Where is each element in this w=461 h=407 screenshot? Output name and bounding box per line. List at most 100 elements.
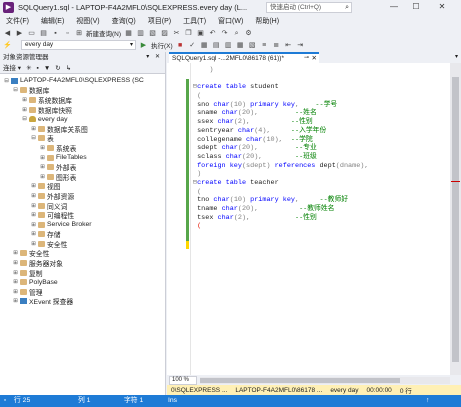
mdx-icon[interactable]: ▥ — [136, 29, 145, 38]
tree-node[interactable]: ⊞ Service Broker — [0, 220, 165, 230]
undo-icon[interactable]: ↶ — [208, 29, 217, 38]
zoom-select[interactable]: 100 % — [169, 375, 197, 385]
tree-node[interactable]: ⊞ 存储 — [0, 230, 165, 239]
expand-toggle-icon[interactable]: ⊞ — [12, 270, 19, 276]
expand-toggle-icon[interactable]: ⊞ — [30, 222, 37, 228]
pin-icon[interactable]: ⊸ — [304, 54, 309, 63]
tree-node[interactable]: ⊞ 服务器对象 — [0, 258, 165, 268]
copy-icon[interactable]: ❐ — [184, 29, 193, 38]
menu-item-4[interactable]: 项目(P) — [142, 16, 177, 26]
outdent-icon[interactable]: ⇤ — [284, 41, 293, 50]
save-all-icon[interactable]: ▫ — [63, 29, 72, 38]
tree-node[interactable]: ⊞ 同义词 — [0, 201, 165, 211]
tree-node[interactable]: ⊟ LAPTOP-F4A2MFL0\SQLEXPRESS (SC — [0, 76, 165, 86]
tab-sqlquery1[interactable]: SQLQuery1.sql -...2MFL0\86178 (61))* ⊸ ✕ — [169, 52, 319, 63]
hscroll-thumb[interactable] — [200, 377, 400, 383]
expand-toggle-icon[interactable]: ⊟ — [30, 135, 37, 141]
uncomment-icon[interactable]: ≣ — [272, 41, 281, 50]
tree-node[interactable]: ⊞ 图形表 — [0, 172, 165, 182]
tree-node[interactable]: ⊞ 数据库快照 — [0, 105, 165, 115]
intellisense-icon[interactable]: ▤ — [212, 41, 221, 50]
oe-tool-0[interactable]: 连接 ▾ — [3, 63, 21, 73]
close-button[interactable]: ✕ — [432, 0, 452, 14]
tree-node[interactable]: ⊞ 安全性 — [0, 249, 165, 258]
execute-icon[interactable]: ▶ — [139, 41, 148, 50]
minimize-button[interactable]: — — [384, 0, 404, 14]
oe-tool-3[interactable]: ▼ — [44, 63, 50, 73]
code-line[interactable]: sname char(20), --姓名 — [193, 109, 368, 118]
close-tab-icon[interactable]: ✕ — [312, 54, 317, 63]
expand-toggle-icon[interactable]: ⊞ — [12, 250, 19, 256]
find-icon[interactable]: ⌕ — [232, 29, 241, 38]
menu-item-6[interactable]: 窗口(W) — [212, 16, 249, 26]
code-line[interactable]: ⊟create table teacher — [193, 179, 368, 188]
display-plan-icon[interactable]: ▦ — [200, 41, 209, 50]
tree-node[interactable]: ⊞ 复制 — [0, 268, 165, 278]
tree-node[interactable]: ⊞ 可编程性 — [0, 210, 165, 220]
database-select[interactable]: every day ▾ — [21, 40, 136, 50]
menu-item-3[interactable]: 查询(Q) — [106, 16, 142, 26]
oe-tool-4[interactable]: ↻ — [55, 63, 60, 73]
oe-tool-5[interactable]: ↳ — [66, 63, 71, 73]
execute-button[interactable]: 执行(X) — [151, 40, 173, 50]
properties-icon[interactable]: ⚙ — [244, 29, 253, 38]
tab-list-chevron-icon[interactable]: ▾ — [455, 52, 458, 63]
expand-toggle-icon[interactable]: ⊞ — [12, 260, 19, 266]
expand-toggle-icon[interactable]: ⊞ — [39, 164, 46, 170]
redo-icon[interactable]: ↷ — [220, 29, 229, 38]
code-area[interactable]: ) ⊟create table student ( sno char(10) pr… — [193, 66, 368, 231]
tree-node[interactable]: ⊞ 数据库关系图 — [0, 124, 165, 134]
tree-node[interactable]: ⊞ 系统表 — [0, 143, 165, 153]
code-line[interactable]: foreign key(sdept) references dept(dname… — [193, 162, 368, 171]
expand-toggle-icon[interactable]: ⊟ — [3, 78, 10, 84]
connect-icon[interactable]: ⚡ — [3, 41, 12, 50]
expand-toggle-icon[interactable]: ⊟ — [12, 87, 19, 93]
back-icon[interactable]: ◀ — [3, 29, 12, 38]
code-line[interactable]: sentryear char(4), --入学年份 — [193, 127, 368, 136]
upload-icon[interactable]: ↑ — [426, 395, 429, 407]
code-line[interactable] — [193, 75, 368, 84]
code-line[interactable]: ssex char(2), --性别 — [193, 118, 368, 127]
expand-toggle-icon[interactable]: ⊞ — [30, 193, 37, 199]
expand-toggle-icon[interactable]: ⊞ — [30, 241, 37, 247]
tree-node[interactable]: ⊟ every day — [0, 114, 165, 124]
code-line[interactable]: ( — [193, 222, 368, 231]
code-line[interactable]: sdept char(20), --专业 — [193, 144, 368, 153]
expand-toggle-icon[interactable]: ⊞ — [12, 298, 19, 304]
tree-node[interactable]: ⊞ XEvent 探查器 — [0, 297, 165, 306]
code-line[interactable]: ( — [193, 92, 368, 101]
expand-toggle-icon[interactable]: ⊞ — [30, 126, 37, 132]
tree-node[interactable]: ⊞ FileTables — [0, 153, 165, 163]
expand-toggle-icon[interactable]: ⊞ — [39, 155, 46, 161]
expand-toggle-icon[interactable]: ⊞ — [30, 203, 37, 209]
new-query-icon[interactable]: ⊞ — [75, 29, 83, 38]
code-line[interactable]: tno char(10) primary key, --教师好 — [193, 196, 368, 205]
results-text-icon[interactable]: ▥ — [224, 41, 233, 50]
parse-icon[interactable]: ✓ — [188, 41, 197, 50]
editor-vertical-scrollbar[interactable] — [450, 63, 461, 375]
tree-node[interactable]: ⊞ 视图 — [0, 182, 165, 191]
expand-toggle-icon[interactable]: ⊟ — [21, 116, 28, 122]
code-line[interactable]: ( — [193, 188, 368, 197]
code-line[interactable]: ) — [193, 170, 368, 179]
tree-node[interactable]: ⊞ 管理 — [0, 287, 165, 297]
tree-node[interactable]: ⊟ 表 — [0, 134, 165, 143]
stop-icon[interactable]: ■ — [176, 41, 185, 50]
expand-toggle-icon[interactable]: ⊞ — [39, 145, 46, 151]
tree-node[interactable]: ⊞ PolyBase — [0, 277, 165, 287]
dmx-icon[interactable]: ▧ — [148, 29, 157, 38]
tree-node[interactable]: ⊞ 外部表 — [0, 162, 165, 172]
code-line[interactable]: collegename char(10), --学院 — [193, 136, 368, 145]
expand-toggle-icon[interactable]: ⊞ — [30, 231, 37, 237]
expand-toggle-icon[interactable]: ⊞ — [39, 174, 46, 180]
code-line[interactable]: tsex char(2), --性别 — [193, 214, 368, 223]
comment-icon[interactable]: ≡ — [260, 41, 269, 50]
expand-toggle-icon[interactable]: ⊞ — [30, 212, 37, 218]
results-file-icon[interactable]: ▧ — [248, 41, 257, 50]
panel-controls[interactable]: ▾ ✕ — [146, 52, 162, 63]
maximize-button[interactable]: ☐ — [406, 0, 426, 14]
code-line[interactable]: ) — [193, 66, 368, 75]
menu-item-1[interactable]: 编辑(E) — [35, 16, 70, 26]
sql-editor[interactable]: ) ⊟create table student ( sno char(10) pr… — [167, 63, 450, 375]
expand-toggle-icon[interactable]: ⊞ — [12, 289, 19, 295]
